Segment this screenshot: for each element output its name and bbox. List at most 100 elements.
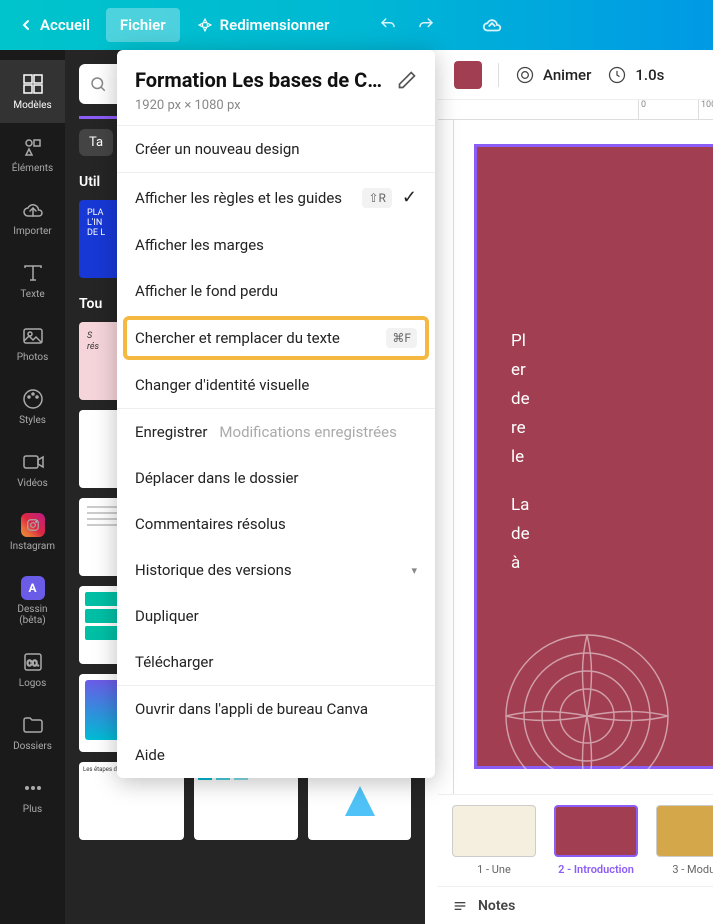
menu-label: Afficher les marges: [135, 236, 264, 254]
sidebar-item-styles[interactable]: Styles: [0, 375, 65, 438]
slide-thumbnail: [452, 805, 536, 857]
menu-resolved-comments[interactable]: Commentaires résolus: [117, 501, 435, 547]
sidebar-item-templates[interactable]: Modèles: [0, 60, 65, 123]
check-icon: ✓: [402, 187, 417, 208]
text-line: La: [511, 495, 529, 515]
text-line: er: [511, 360, 526, 380]
menu-download[interactable]: Télécharger: [117, 639, 435, 685]
ruler-tick: 100: [698, 100, 713, 119]
side-panel: Modèles Éléments Importer Texte Photos S…: [0, 50, 65, 924]
duration-button[interactable]: 1.0s: [607, 65, 664, 85]
notes-icon: [452, 898, 468, 914]
menu-label: Ouvrir dans l'appli de bureau Canva: [135, 700, 368, 718]
sidebar-item-text[interactable]: Texte: [0, 249, 65, 312]
menu-show-margins[interactable]: Afficher les marges: [117, 222, 435, 268]
text-icon: [21, 261, 45, 285]
sidebar-item-elements[interactable]: Éléments: [0, 123, 65, 186]
document-title: Formation Les bases de Ca...: [135, 68, 387, 92]
thumb-text: rés: [87, 342, 99, 352]
slide-text[interactable]: Pl er de re le La de à: [511, 327, 713, 598]
sidebar-item-more[interactable]: Plus: [0, 764, 65, 827]
notes-toggle[interactable]: Notes: [438, 886, 713, 924]
resize-icon: [198, 18, 212, 32]
sidebar-label: Texte: [20, 289, 44, 300]
slide-thumb-1[interactable]: 1 - Une: [452, 805, 536, 876]
slide-content[interactable]: C Pl er de re le La de à: [474, 144, 713, 769]
upload-icon: [21, 198, 45, 222]
ruler-vertical: [438, 120, 454, 794]
logos-icon: CO.: [21, 650, 45, 674]
menu-label: Commentaires résolus: [135, 515, 286, 533]
ruler-tick: 0: [638, 100, 698, 119]
sidebar-label: Vidéos: [17, 478, 48, 489]
category-pill[interactable]: Ta: [79, 129, 113, 156]
home-label: Accueil: [40, 16, 90, 34]
slide-thumb-2[interactable]: 2 - Introduction: [554, 805, 638, 876]
animate-label: Animer: [543, 66, 591, 84]
menu-find-replace[interactable]: Chercher et remplacer du texte ⌘F: [117, 314, 435, 362]
shortcut-badge: ⌘F: [386, 328, 417, 348]
search-icon: [89, 75, 107, 93]
notes-label: Notes: [478, 898, 515, 914]
text-line: de: [511, 389, 530, 409]
sidebar-item-photos[interactable]: Photos: [0, 312, 65, 375]
menu-change-identity[interactable]: Changer d'identité visuelle: [117, 362, 435, 408]
redo-button[interactable]: [411, 10, 441, 40]
home-button[interactable]: Accueil: [10, 10, 98, 40]
sidebar-item-draw[interactable]: A Dessin (bêta): [0, 564, 65, 638]
sidebar-item-import[interactable]: Importer: [0, 186, 65, 249]
sidebar-label: Styles: [19, 415, 46, 426]
file-menu-button[interactable]: Fichier: [106, 8, 180, 42]
document-dimensions: 1920 px × 1080 px: [135, 98, 417, 113]
text-line: de: [511, 524, 530, 544]
menu-show-rulers[interactable]: Afficher les règles et les guides ⇧R ✓: [117, 173, 435, 222]
edit-title-icon[interactable]: [397, 70, 417, 90]
slide-strip: 1 - Une 2 - Introduction 3 - Module: [438, 794, 713, 886]
animate-button[interactable]: Animer: [515, 65, 591, 85]
elements-icon: [21, 135, 45, 159]
menu-label: Afficher les règles et les guides: [135, 189, 352, 207]
sidebar-item-instagram[interactable]: Instagram: [0, 501, 65, 564]
menu-move-folder[interactable]: Déplacer dans le dossier: [117, 455, 435, 501]
menu-help[interactable]: Aide: [117, 732, 435, 778]
menu-label: Changer d'identité visuelle: [135, 376, 309, 394]
sidebar-label: Éléments: [12, 163, 53, 174]
sidebar-label: Dessin (bêta): [4, 604, 61, 626]
menu-version-history[interactable]: Historique des versions ▾: [117, 547, 435, 593]
chevron-left-icon: [18, 17, 34, 33]
animate-icon: [515, 65, 535, 85]
shortcut-badge: ⇧R: [362, 188, 391, 208]
undo-button[interactable]: [373, 10, 403, 40]
text-line: le: [511, 447, 524, 467]
slide-thumb-3[interactable]: 3 - Module: [656, 805, 713, 876]
menu-label: Historique des versions: [135, 561, 401, 579]
menu-duplicate[interactable]: Dupliquer: [117, 593, 435, 639]
background-color-button[interactable]: [454, 61, 482, 89]
svg-text:CO.: CO.: [26, 659, 38, 668]
slide-label: 2 - Introduction: [558, 863, 634, 876]
canvas-area[interactable]: C Pl er de re le La de à: [438, 120, 713, 794]
sidebar-item-videos[interactable]: Vidéos: [0, 438, 65, 501]
sidebar-label: Importer: [13, 226, 51, 237]
menu-label: Télécharger: [135, 653, 213, 671]
sidebar-item-logos[interactable]: CO. Logos: [0, 638, 65, 701]
resize-button[interactable]: Redimensionner: [188, 8, 340, 42]
save-status: Modifications enregistrées: [219, 423, 396, 441]
duration-label: 1.0s: [635, 66, 664, 84]
sidebar-label: Instagram: [10, 541, 55, 552]
menu-label: Dupliquer: [135, 607, 199, 625]
menu-save[interactable]: Enregistrer Modifications enregistrées: [117, 409, 435, 455]
menu-label: Enregistrer: [135, 423, 207, 441]
menu-label: Chercher et remplacer du texte: [135, 329, 376, 347]
menu-create-new[interactable]: Créer un nouveau design: [117, 126, 435, 172]
sidebar-item-folders[interactable]: Dossiers: [0, 701, 65, 764]
ruler-horizontal: 0 100: [438, 100, 713, 120]
instagram-icon: [21, 513, 45, 537]
menu-open-desktop[interactable]: Ouvrir dans l'appli de bureau Canva: [117, 686, 435, 732]
sidebar-label: Dossiers: [13, 741, 52, 752]
text-line: à: [511, 553, 520, 573]
menu-show-bleed[interactable]: Afficher le fond perdu: [117, 268, 435, 314]
cloud-sync-button[interactable]: [475, 8, 509, 42]
menu-label: Créer un nouveau design: [135, 140, 300, 158]
cloud-icon: [481, 14, 503, 36]
